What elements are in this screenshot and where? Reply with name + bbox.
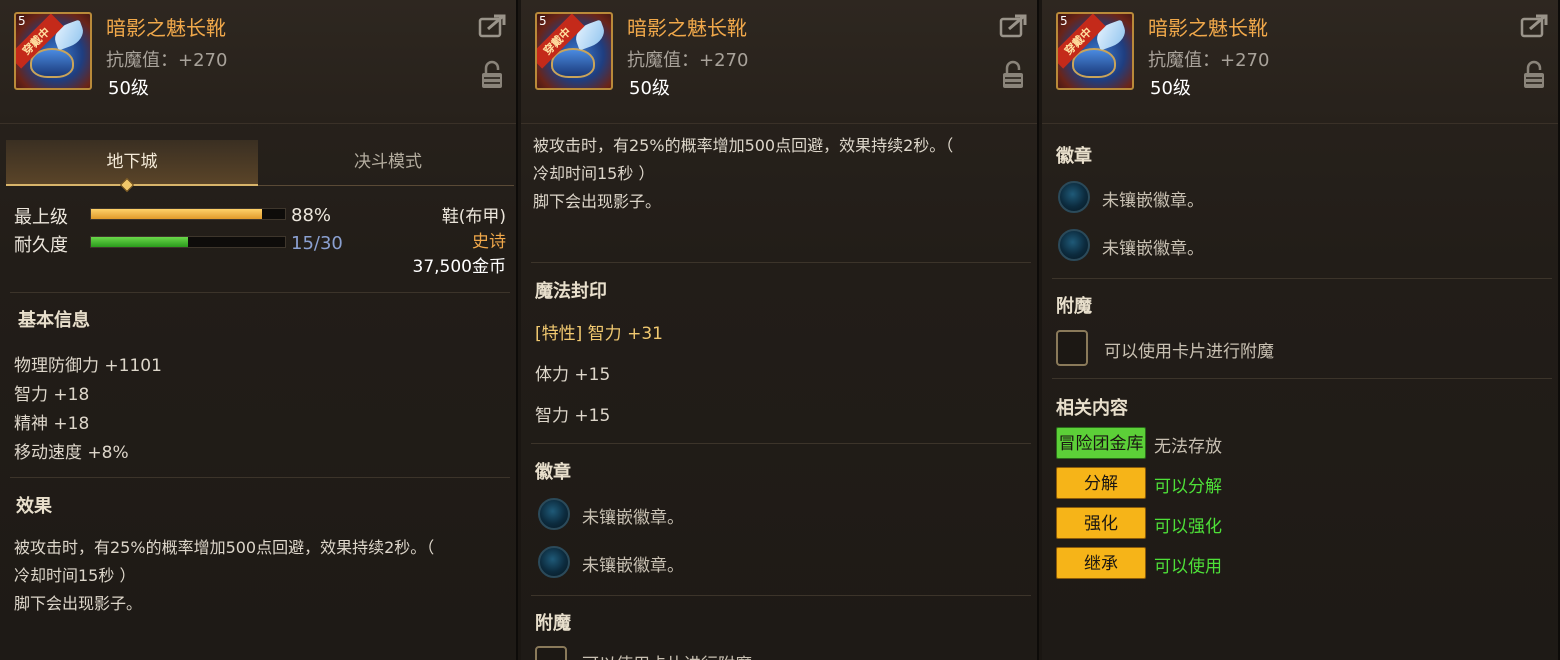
basic-info-title: 基本信息 (18, 310, 90, 331)
durability-label: 耐久度 (14, 235, 68, 256)
effect-line: 冷却时间15秒 ） (14, 566, 136, 585)
max-level-label: 最上级 (14, 207, 68, 228)
icon-level-tag: 5 (539, 14, 547, 28)
disassemble-status: 可以分解 (1154, 477, 1222, 497)
emblem-slot-text: 未镶嵌徽章。 (1102, 239, 1204, 259)
effect-line: 被攻击时，有25%的概率增加500点回避，效果持续2秒。（ (533, 136, 954, 155)
divider (1052, 378, 1552, 379)
item-name: 暗影之魅长靴 (627, 16, 747, 40)
icon-level-tag: 5 (18, 14, 26, 28)
item-name: 暗影之魅长靴 (106, 16, 226, 40)
divider (531, 262, 1031, 263)
lock-icon[interactable] (1522, 60, 1546, 90)
item-type: 鞋(布甲) (441, 207, 506, 227)
emblem-slot-icon[interactable] (1058, 229, 1090, 261)
emblem-slot-icon[interactable] (538, 498, 570, 530)
emblem-slot-text: 未镶嵌徽章。 (582, 508, 684, 528)
item-tooltip-panel-3: 5 穿戴中 暗影之魅长靴 抗魔值：+270 50级 徽章 未镶嵌徽章。 未镶嵌徽… (1042, 0, 1560, 660)
emblem-slot-icon[interactable] (1058, 181, 1090, 213)
stat-physical-defense: 物理防御力 +1101 (14, 356, 162, 376)
enchant-title: 附魔 (1056, 296, 1092, 317)
durability-bar (90, 236, 286, 248)
effect-line: 脚下会出现影子。 (14, 594, 143, 613)
item-price: 37,500金币 (412, 257, 506, 277)
emblem-title: 徽章 (1056, 146, 1092, 167)
durability-value: 15/30 (291, 233, 343, 254)
item-level: 50级 (629, 78, 670, 99)
adventure-vault-button[interactable]: 冒险团金库 (1056, 427, 1146, 459)
lock-icon[interactable] (1001, 60, 1025, 90)
stat-spirit: 精神 +18 (14, 414, 90, 434)
share-icon[interactable] (478, 14, 506, 38)
reinforce-button[interactable]: 强化 (1056, 507, 1146, 539)
tab-pvp-mode[interactable]: 决斗模式 (262, 140, 514, 186)
item-rarity: 史诗 (472, 232, 506, 252)
item-name: 暗影之魅长靴 (1148, 16, 1268, 40)
effect-title: 效果 (16, 496, 52, 517)
enchant-text: 可以使用卡片进行附魔 (582, 650, 752, 660)
divider (10, 477, 510, 478)
stat-move-speed: 移动速度 +8% (14, 443, 129, 463)
item-magic-resist: 抗魔值：+270 (1148, 50, 1270, 71)
durability-bar-fill (91, 237, 188, 247)
divider (531, 443, 1031, 444)
item-icon-shadow-boots[interactable]: 5 穿戴中 (535, 12, 613, 90)
item-tooltip-panel-1: 5 穿戴中 暗影之魅长靴 抗魔值：+270 50级 地下城 决斗模式 最上级 8… (0, 0, 518, 660)
item-header: 5 穿戴中 暗影之魅长靴 抗魔值：+270 50级 (521, 0, 1037, 124)
item-magic-resist: 抗魔值：+270 (106, 50, 228, 71)
seal-line: 体力 +15 (535, 365, 611, 385)
divider (531, 595, 1031, 596)
item-level: 50级 (1150, 78, 1191, 99)
max-level-value: 88% (291, 205, 332, 226)
item-header: 5 穿戴中 暗影之魅长靴 抗魔值：+270 50级 (1042, 0, 1558, 124)
emblem-title: 徽章 (535, 462, 571, 483)
magic-seal-title: 魔法封印 (535, 281, 607, 302)
share-icon[interactable] (999, 14, 1027, 38)
stat-intelligence: 智力 +18 (14, 385, 90, 405)
emblem-slot-text: 未镶嵌徽章。 (582, 556, 684, 576)
inherit-status: 可以使用 (1154, 557, 1222, 577)
lock-icon[interactable] (480, 60, 504, 90)
emblem-slot-icon[interactable] (538, 546, 570, 578)
reinforce-status: 可以强化 (1154, 517, 1222, 537)
adventure-vault-status: 无法存放 (1154, 437, 1222, 457)
icon-level-tag: 5 (1060, 14, 1068, 28)
max-level-bar-fill (91, 209, 262, 219)
item-icon-shadow-boots[interactable]: 5 穿戴中 (14, 12, 92, 90)
enchant-text: 可以使用卡片进行附魔 (1104, 342, 1274, 362)
emblem-slot-text: 未镶嵌徽章。 (1102, 191, 1204, 211)
item-magic-resist: 抗魔值：+270 (627, 50, 749, 71)
share-icon[interactable] (1520, 14, 1548, 38)
disassemble-button[interactable]: 分解 (1056, 467, 1146, 499)
card-slot-icon[interactable] (535, 646, 567, 660)
card-slot-icon[interactable] (1056, 330, 1088, 366)
divider (1052, 278, 1552, 279)
item-level: 50级 (108, 78, 149, 99)
inherit-button[interactable]: 继承 (1056, 547, 1146, 579)
seal-line: 智力 +15 (535, 406, 611, 426)
tab-dungeon[interactable]: 地下城 (6, 140, 258, 186)
item-tooltip-panel-2: 5 穿戴中 暗影之魅长靴 抗魔值：+270 50级 被攻击时，有25%的概率增加… (521, 0, 1039, 660)
effect-line: 冷却时间15秒 ） (533, 164, 655, 183)
effect-line: 被攻击时，有25%的概率增加500点回避，效果持续2秒。（ (14, 538, 435, 557)
enchant-title: 附魔 (535, 613, 571, 634)
seal-line-trait: [特性] 智力 +31 (535, 324, 663, 344)
max-level-bar (90, 208, 286, 220)
item-header: 5 穿戴中 暗影之魅长靴 抗魔值：+270 50级 (0, 0, 516, 124)
item-icon-shadow-boots[interactable]: 5 穿戴中 (1056, 12, 1134, 90)
related-content-title: 相关内容 (1056, 398, 1128, 419)
effect-line: 脚下会出现影子。 (533, 192, 662, 211)
mode-tabs: 地下城 决斗模式 (6, 140, 514, 186)
divider (10, 292, 510, 293)
